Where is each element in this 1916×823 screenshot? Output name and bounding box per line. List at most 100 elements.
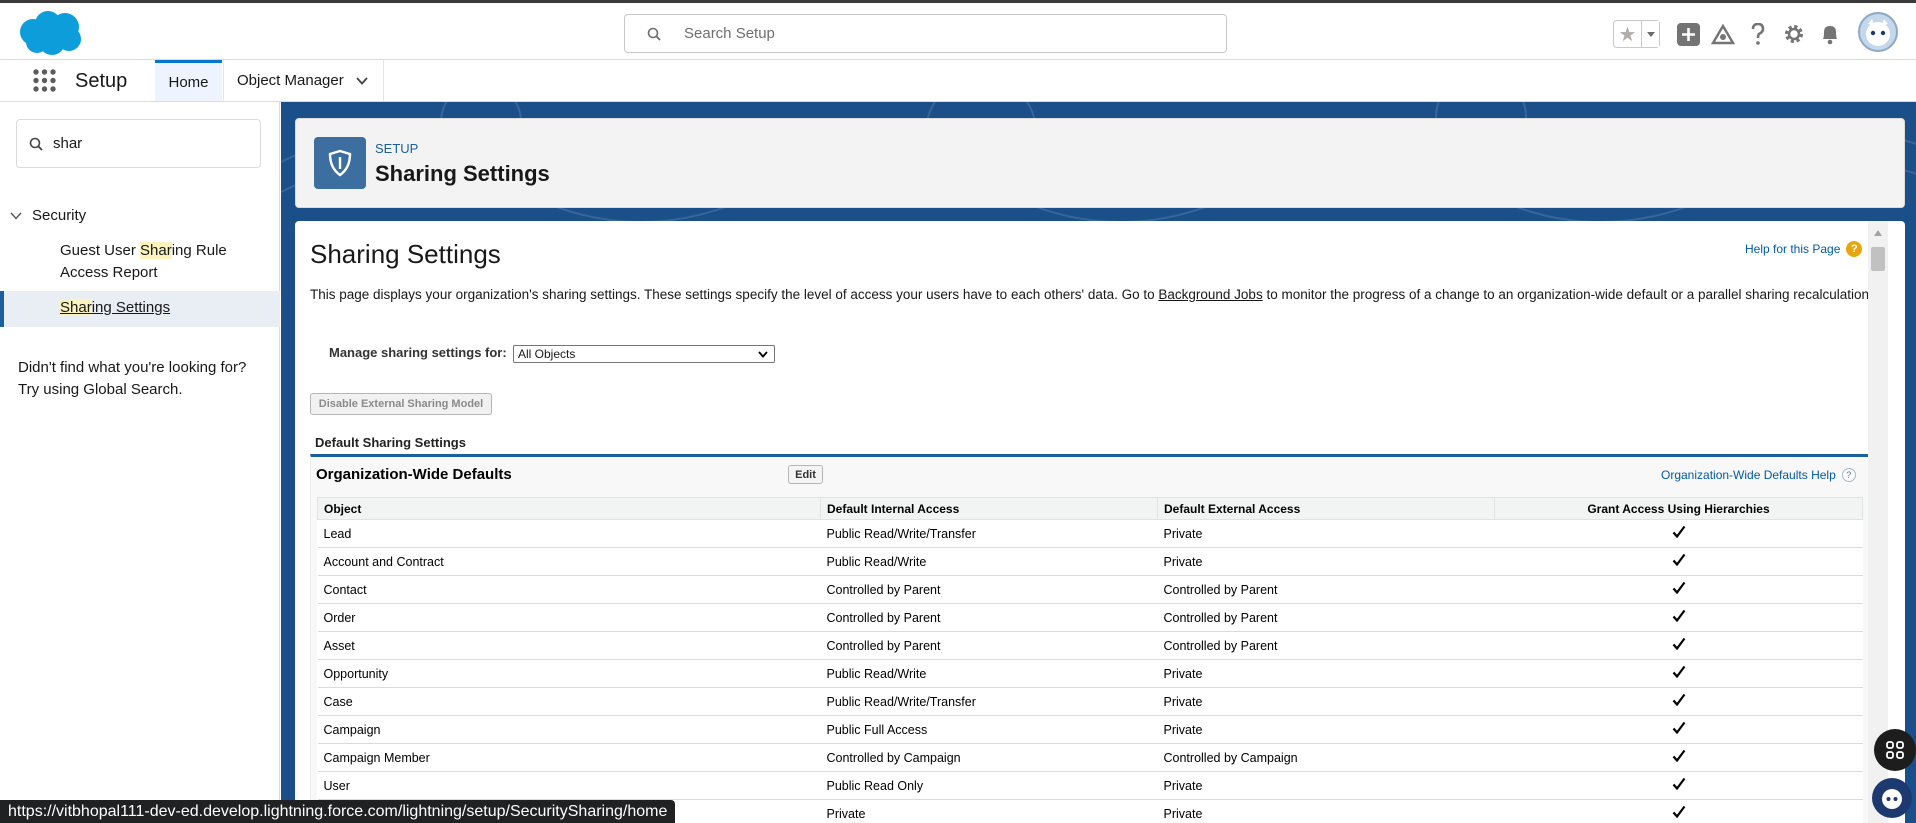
trailhead-icon[interactable]	[1710, 21, 1736, 47]
column-header-external-access: Default External Access	[1157, 497, 1495, 520]
owd-help-label: Organization-Wide Defaults Help	[1661, 468, 1836, 482]
cell-internal-access: Public Full Access	[820, 715, 1158, 744]
page-title: Sharing Settings	[375, 161, 550, 186]
table-row: Account and Contract Public Read/Write Pri…	[317, 547, 1863, 576]
global-search-input[interactable]: Search Setup	[624, 14, 1227, 53]
avatar[interactable]	[1858, 12, 1898, 52]
checkmark-icon	[1672, 665, 1685, 679]
column-header-object: Object	[317, 497, 821, 520]
cell-internal-access: Public Read Only	[820, 771, 1158, 800]
cell-internal-access: Controlled by Parent	[820, 575, 1158, 604]
content-frame: Sharing Settings Help for this Page ? Th…	[295, 221, 1905, 823]
help-icon: ?	[1846, 241, 1863, 257]
help-icon[interactable]	[1745, 21, 1771, 47]
table-row: Opportunity Public Read/Write Private	[317, 659, 1863, 688]
tab-object-manager[interactable]: Object Manager	[223, 60, 384, 101]
cell-internal-access: Controlled by Parent	[820, 631, 1158, 660]
cell-object: Case	[317, 687, 821, 716]
cell-internal-access: Private	[820, 799, 1158, 823]
cell-object: Campaign	[317, 715, 821, 744]
app-launcher-icon[interactable]	[32, 68, 57, 93]
quick-find-value: shar	[53, 135, 83, 152]
checkmark-icon	[1672, 693, 1685, 707]
cell-grant-access	[1494, 519, 1863, 548]
disable-external-sharing-button[interactable]: Disable External Sharing Model	[310, 393, 492, 415]
context-nav-bar: Setup Home Object Manager	[0, 60, 1916, 102]
edit-button[interactable]: Edit	[788, 465, 823, 484]
table-row: Campaign Member Controlled by Campaign Con…	[317, 743, 1863, 772]
cell-external-access: Private	[1157, 547, 1495, 576]
cell-external-access: Controlled by Parent	[1157, 603, 1495, 632]
cell-internal-access: Public Read/Write/Transfer	[820, 519, 1158, 548]
sidebar-item-guest-user-sharing-report[interactable]: Guest User Sharing Rule Access Report	[60, 240, 270, 284]
cell-external-access: Controlled by Campaign	[1157, 743, 1495, 772]
page-header-kicker: SETUP	[375, 141, 419, 156]
checkmark-icon	[1672, 609, 1685, 623]
chevron-down-icon[interactable]	[356, 76, 368, 85]
search-placeholder: Search Setup	[684, 25, 775, 42]
sidebar-item-sharing-settings[interactable]: Sharing Settings	[0, 291, 280, 327]
cell-object: Asset	[317, 631, 821, 660]
owd-table: Object Default Internal Access Default E…	[317, 497, 1863, 823]
background-jobs-link[interactable]: Background Jobs	[1158, 287, 1262, 302]
cell-object: Lead	[317, 519, 821, 548]
table-row: Case Public Read/Write/Transfer Private	[317, 687, 1863, 716]
cell-external-access: Controlled by Parent	[1157, 575, 1495, 604]
tree-section-security[interactable]: Security	[10, 207, 86, 224]
quick-find-input[interactable]: shar	[16, 119, 261, 168]
cell-internal-access: Public Read/Write/Transfer	[820, 687, 1158, 716]
table-row: Lead Public Read/Write/Transfer Private	[317, 519, 1863, 548]
search-icon	[29, 137, 43, 151]
not-found-hint: Didn't find what you're looking for? Try…	[18, 359, 247, 398]
cell-external-access: Controlled by Parent	[1157, 631, 1495, 660]
sidebar-item-label-post: ing Settings	[91, 299, 171, 316]
default-sharing-settings-heading: Default Sharing Settings	[315, 435, 466, 450]
checkmark-icon	[1672, 637, 1685, 651]
cell-object: Campaign Member	[317, 743, 821, 772]
cell-object: User	[317, 771, 821, 800]
apps-float-button[interactable]	[1874, 729, 1916, 771]
assistant-icon	[1882, 789, 1902, 809]
owd-help-link[interactable]: Organization-Wide Defaults Help ?	[1661, 468, 1856, 482]
checkmark-icon	[1672, 721, 1685, 735]
intro-after: to monitor the progress of a change to a…	[1262, 287, 1873, 302]
help-for-page-label: Help for this Page	[1745, 242, 1841, 256]
favorites-group: ★	[1613, 20, 1660, 48]
table-row: Contact Controlled by Parent Controlled by…	[317, 575, 1863, 604]
assistant-float-button[interactable]	[1872, 778, 1912, 818]
favorites-dropdown[interactable]	[1641, 21, 1659, 47]
cell-external-access: Private	[1157, 771, 1495, 800]
cell-internal-access: Public Read/Write	[820, 659, 1158, 688]
salesforce-logo[interactable]	[17, 10, 83, 56]
global-header: Search Setup ★	[0, 0, 1916, 60]
help-for-page-link[interactable]: Help for this Page ?	[1745, 241, 1863, 257]
cell-grant-access	[1494, 575, 1863, 604]
gear-icon[interactable]	[1781, 21, 1807, 47]
column-header-internal-access: Default Internal Access	[820, 497, 1158, 520]
cell-internal-access: Public Read/Write	[820, 547, 1158, 576]
cell-grant-access	[1494, 743, 1863, 772]
cell-grant-access	[1494, 547, 1863, 576]
search-icon	[647, 27, 661, 41]
cell-external-access: Private	[1157, 519, 1495, 548]
app-name: Setup	[75, 70, 128, 92]
owd-title: Organization-Wide Defaults	[316, 466, 512, 483]
cell-grant-access	[1494, 771, 1863, 800]
status-bar-url: https://vitbhopal111-dev-ed.develop.ligh…	[0, 800, 676, 823]
table-header-row: Object Default Internal Access Default E…	[317, 497, 1863, 520]
content-title: Sharing Settings	[310, 239, 501, 269]
add-icon[interactable]	[1675, 21, 1701, 47]
star-icon[interactable]: ★	[1614, 21, 1641, 47]
chevron-down-icon	[10, 212, 22, 220]
chevron-down-icon	[758, 351, 768, 358]
cell-external-access: Private	[1157, 687, 1495, 716]
scrollbar-thumb[interactable]	[1871, 247, 1885, 271]
tab-home[interactable]: Home	[155, 60, 222, 101]
scroll-up-icon[interactable]	[1873, 229, 1883, 237]
table-row: User Public Read Only Private	[317, 771, 1863, 800]
manage-sharing-select[interactable]: All Objects	[513, 345, 775, 363]
cell-grant-access	[1494, 659, 1863, 688]
bell-icon[interactable]	[1817, 21, 1843, 47]
cell-object: Contact	[317, 575, 821, 604]
cell-grant-access	[1494, 687, 1863, 716]
